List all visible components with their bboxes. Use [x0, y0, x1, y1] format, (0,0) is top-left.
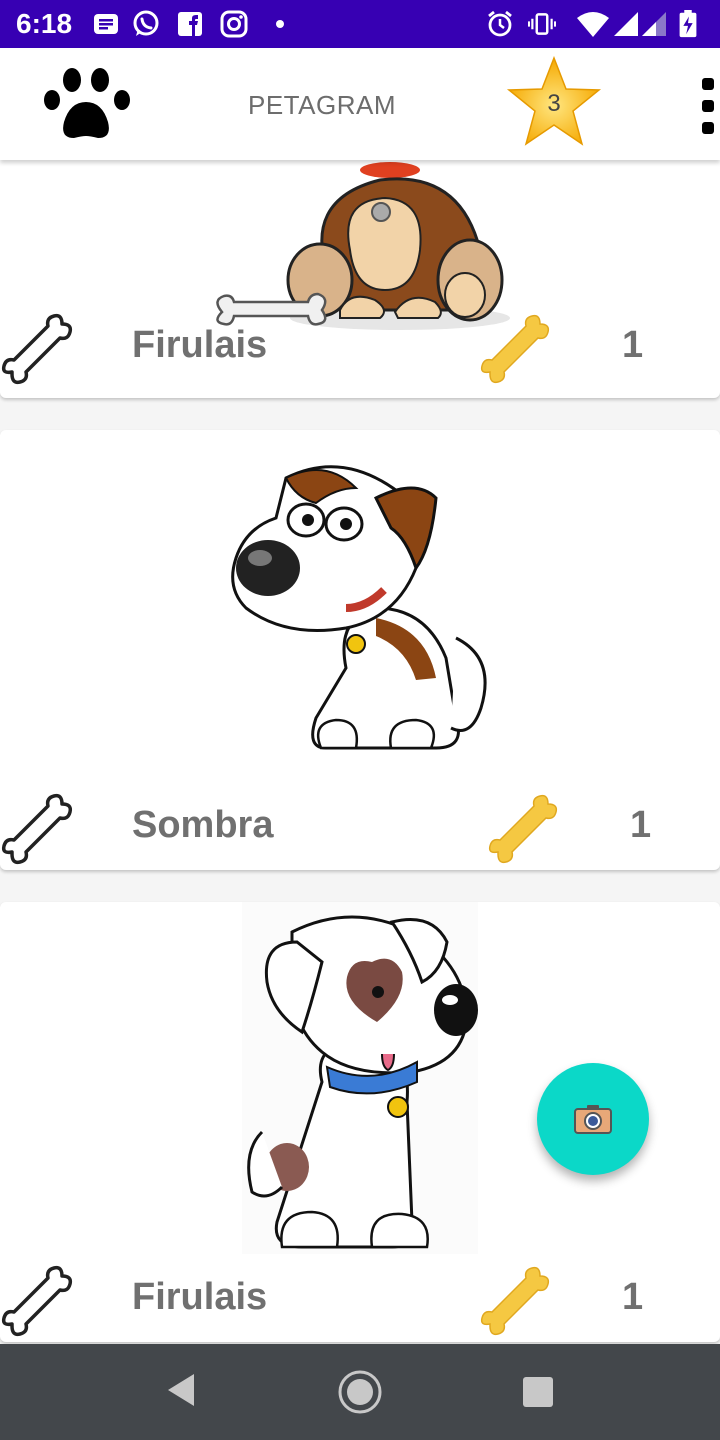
- pet-likes: 1: [622, 324, 644, 366]
- pet-row: Firulais 1: [0, 300, 720, 390]
- camera-icon: [574, 1105, 612, 1134]
- rating-bone-icon: [480, 1266, 550, 1336]
- wifi-icon: [577, 12, 609, 37]
- pet-likes: 1: [630, 804, 652, 846]
- like-bone-button[interactable]: [0, 312, 74, 386]
- paw-icon: [44, 68, 130, 138]
- back-icon[interactable]: [164, 1370, 198, 1410]
- vibrate-icon: [528, 13, 556, 35]
- recents-icon[interactable]: [522, 1376, 554, 1408]
- pet-name: Firulais: [132, 1276, 268, 1318]
- pet-row: Firulais 1: [0, 1252, 720, 1342]
- home-icon[interactable]: [336, 1368, 384, 1416]
- system-nav-bar: [0, 1344, 720, 1440]
- rating-bone-icon: [488, 794, 558, 864]
- pet-card[interactable]: Firulais 1: [0, 160, 720, 398]
- signal-icon: [642, 12, 666, 36]
- app-title: PETAGRAM: [248, 90, 396, 120]
- overflow-menu-icon[interactable]: [696, 76, 720, 150]
- notes-icon: [94, 14, 118, 34]
- alarm-icon: [488, 10, 512, 37]
- whatsapp-icon: [133, 10, 159, 36]
- like-bone-button[interactable]: [0, 1264, 74, 1338]
- app-bar: PETAGRAM 3: [0, 48, 720, 160]
- instagram-icon: [220, 10, 248, 38]
- pet-row: Sombra 1: [0, 780, 720, 870]
- status-time: 6:18: [16, 8, 73, 39]
- favorites-count: 3: [547, 90, 561, 117]
- pet-card[interactable]: Sombra 1: [0, 430, 720, 870]
- pet-image: [231, 465, 487, 750]
- rating-bone-icon: [480, 314, 550, 384]
- pet-image: [242, 902, 478, 1254]
- pet-name: Firulais: [132, 324, 268, 366]
- facebook-icon: [178, 12, 202, 36]
- camera-fab-button[interactable]: [537, 1063, 649, 1175]
- dot-icon: [276, 20, 284, 28]
- like-bone-button[interactable]: [0, 792, 74, 866]
- pet-name: Sombra: [132, 804, 274, 846]
- battery-charging-icon: [679, 10, 697, 38]
- signal-icon: [614, 12, 638, 36]
- pet-likes: 1: [622, 1276, 644, 1318]
- status-bar: 6:18: [0, 0, 720, 48]
